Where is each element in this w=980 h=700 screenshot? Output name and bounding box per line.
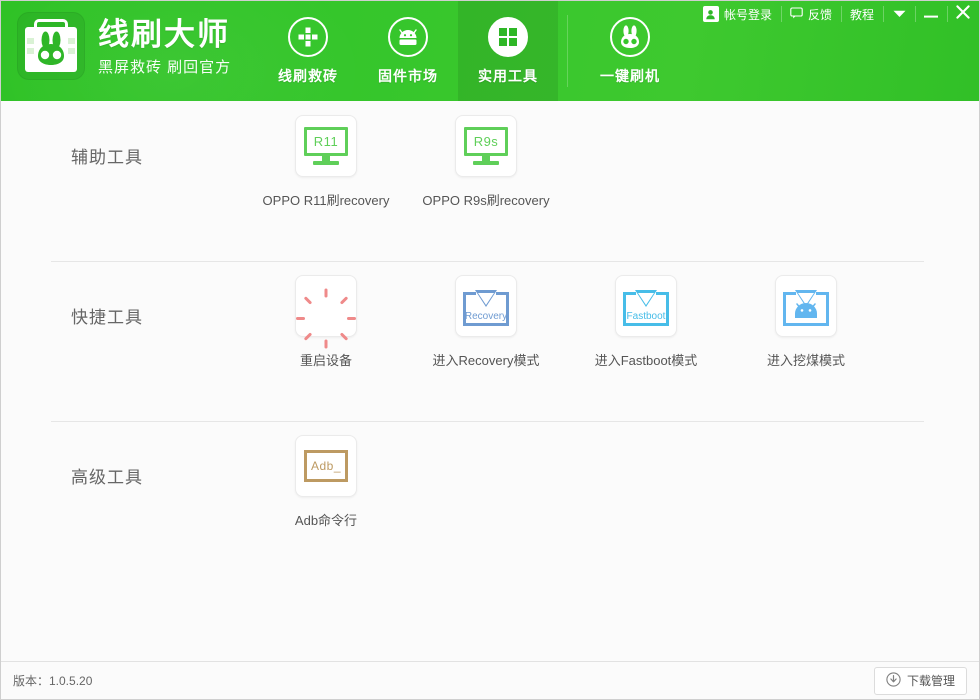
- tool-label: 进入挖煤模式: [767, 350, 845, 369]
- tool-enter-recovery[interactable]: Recovery 进入Recovery模式: [406, 275, 566, 369]
- nav-item-firmware-market[interactable]: 固件市场: [358, 1, 458, 101]
- tool-label: 进入Recovery模式: [433, 350, 540, 369]
- feedback-button[interactable]: 反馈: [781, 1, 841, 27]
- nav-item-line-flash[interactable]: 线刷救砖: [258, 1, 358, 101]
- download-manager-label: 下载管理: [907, 672, 955, 689]
- tool-oppo-r11-recovery[interactable]: R11 OPPO R11刷recovery: [246, 115, 406, 209]
- dropdown-menu-button[interactable]: [883, 1, 915, 27]
- account-login-button[interactable]: 帐号登录: [694, 1, 781, 27]
- app-header: 线刷大师 黑屏救砖 刷回官方 线刷救砖: [1, 1, 979, 101]
- section-title: 高级工具: [71, 421, 246, 488]
- recovery-box-icon: Recovery: [455, 275, 517, 337]
- brand: 线刷大师 黑屏救砖 刷回官方: [17, 12, 231, 80]
- android-box-icon: [775, 275, 837, 337]
- icon-text: R9s: [474, 135, 499, 148]
- section-title: 辅助工具: [71, 101, 246, 168]
- user-icon: [703, 6, 719, 22]
- icon-text: R11: [314, 135, 338, 148]
- nav-label: 固件市场: [378, 66, 438, 86]
- monitor-r9s-icon: R9s: [455, 115, 517, 177]
- nav-item-one-key-flash[interactable]: 一键刷机: [576, 1, 684, 101]
- grid-squares-icon: [488, 17, 528, 57]
- reboot-spinner-icon: [295, 275, 357, 337]
- icon-text: Adb_: [311, 459, 341, 473]
- speech-bubble-icon: [790, 7, 803, 22]
- rabbit-logo-icon: [17, 12, 85, 80]
- tool-label: 重启设备: [300, 350, 352, 369]
- adb-console-icon: Adb_: [295, 435, 357, 497]
- tool-label: OPPO R9s刷recovery: [422, 190, 549, 209]
- minimize-icon: [924, 5, 938, 23]
- brand-subtitle: 黑屏救砖 刷回官方: [98, 56, 231, 77]
- tool-label: 进入Fastboot模式: [595, 350, 698, 369]
- tool-adb-console[interactable]: Adb_ Adb命令行: [246, 435, 406, 529]
- icon-text: Fastboot: [623, 312, 669, 322]
- section-auxiliary-tools: 辅助工具 R11 OPPO R11刷recovery R9s: [1, 101, 979, 261]
- icon-text: Recovery: [463, 312, 509, 322]
- section-advanced-tools: 高级工具 Adb_ Adb命令行: [1, 421, 979, 581]
- android-head-icon: [792, 303, 820, 323]
- version-label: 版本：1.0.5.20: [13, 672, 92, 689]
- chevron-down-icon: [893, 5, 906, 23]
- tools-content: 辅助工具 R11 OPPO R11刷recovery R9s: [1, 101, 979, 661]
- tool-enter-miner-mode[interactable]: 进入挖煤模式: [726, 275, 886, 369]
- fastboot-box-icon: Fastboot: [615, 275, 677, 337]
- rabbit-icon: [610, 17, 650, 57]
- section-divider: [51, 421, 924, 422]
- monitor-r11-icon: R11: [295, 115, 357, 177]
- nav-label: 线刷救砖: [278, 66, 338, 86]
- tutorial-button[interactable]: 教程: [841, 1, 883, 27]
- close-button[interactable]: [947, 1, 979, 27]
- tool-oppo-r9s-recovery[interactable]: R9s OPPO R9s刷recovery: [406, 115, 566, 209]
- android-head-icon: [388, 17, 428, 57]
- feedback-label: 反馈: [808, 6, 832, 23]
- section-quick-tools: 快捷工具 重启设备 Recovery: [1, 261, 979, 421]
- close-icon: [956, 5, 970, 24]
- nav-label: 一键刷机: [600, 66, 660, 86]
- main-nav: 线刷救砖 固件市场: [258, 1, 684, 101]
- minimize-button[interactable]: [915, 1, 947, 27]
- titlebar-controls: 帐号登录 反馈 教程: [694, 1, 979, 27]
- app-window: 线刷大师 黑屏救砖 刷回官方 线刷救砖: [0, 0, 980, 700]
- download-manager-button[interactable]: 下载管理: [874, 667, 967, 695]
- account-login-label: 帐号登录: [724, 6, 772, 23]
- tool-label: OPPO R11刷recovery: [263, 190, 390, 209]
- section-divider: [51, 261, 924, 262]
- nav-item-utility-tools[interactable]: 实用工具: [458, 1, 558, 101]
- tool-reboot-device[interactable]: 重启设备: [246, 275, 406, 369]
- tutorial-label: 教程: [850, 6, 874, 23]
- tool-enter-fastboot[interactable]: Fastboot 进入Fastboot模式: [566, 275, 726, 369]
- status-bar: 版本：1.0.5.20 下载管理: [1, 661, 979, 699]
- nav-label: 实用工具: [478, 66, 538, 86]
- brand-title: 线刷大师: [98, 17, 231, 53]
- tool-label: Adb命令行: [295, 510, 357, 529]
- dpad-icon: [288, 17, 328, 57]
- download-circle-icon: [886, 672, 901, 690]
- section-title: 快捷工具: [71, 261, 246, 328]
